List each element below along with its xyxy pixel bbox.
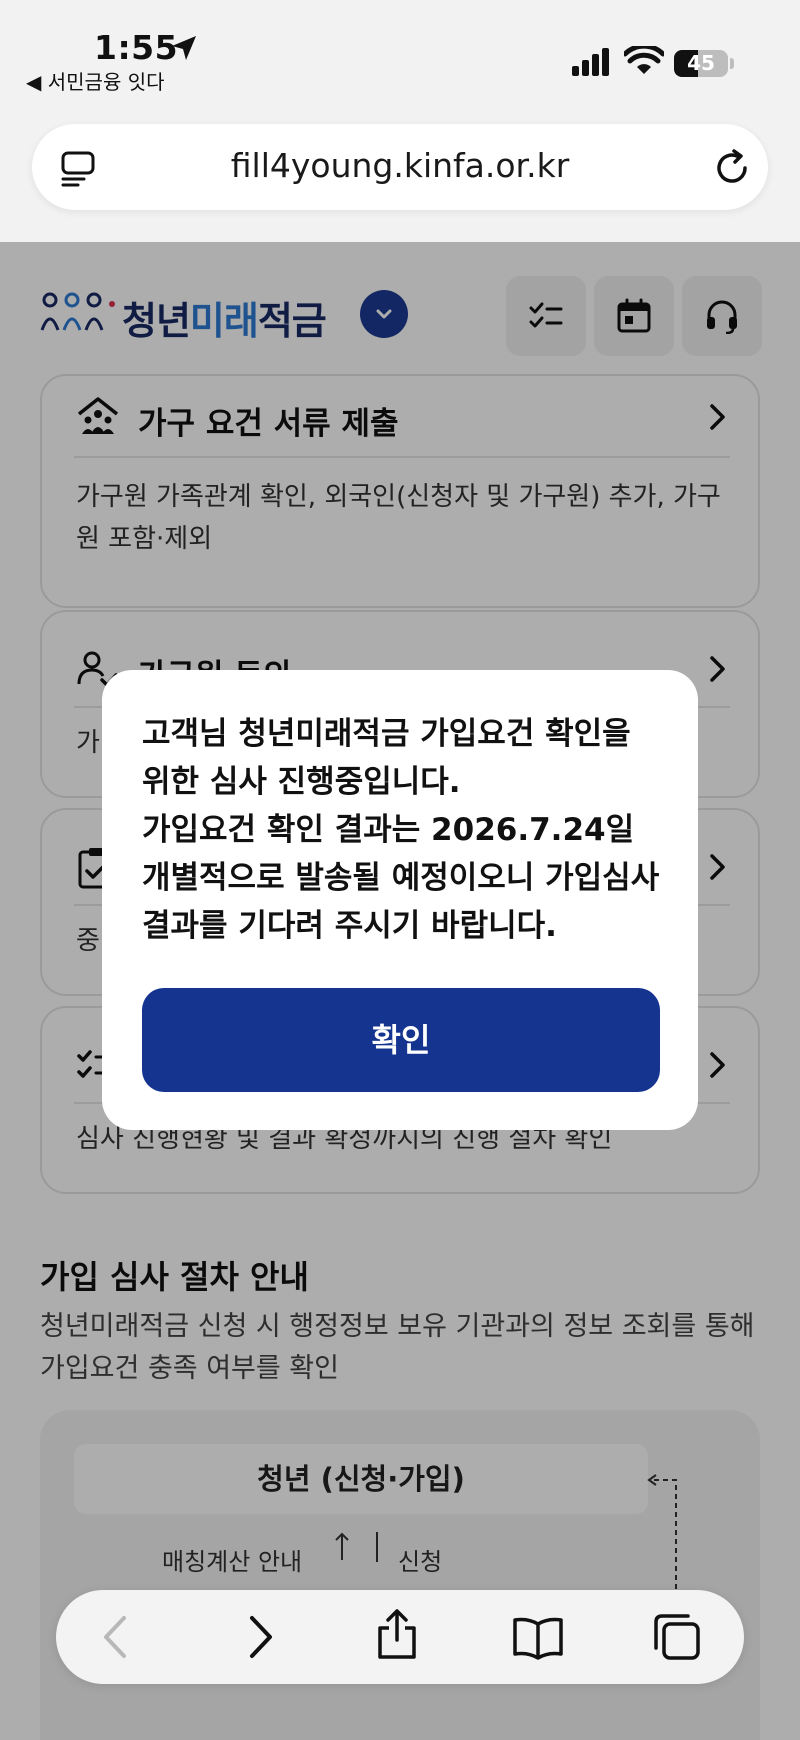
forward-icon[interactable] [246, 1614, 276, 1660]
tabs-icon[interactable] [652, 1612, 702, 1662]
battery-icon: 45 [674, 50, 728, 77]
alert-dialog: 고객님 청년미래적금 가입요건 확인을 위한 심사 진행중입니다. 가입요건 확… [102, 670, 698, 1130]
confirm-button[interactable]: 확인 [142, 988, 660, 1092]
back-to-app-link[interactable]: ◀ 서민금융 잇다 [26, 66, 165, 95]
reload-icon[interactable] [712, 148, 752, 188]
battery-cap [730, 58, 734, 69]
battery-percent: 45 [687, 51, 715, 75]
bookmarks-icon[interactable] [512, 1616, 564, 1660]
dialog-message: 고객님 청년미래적금 가입요건 확인을 위한 심사 진행중입니다. 가입요건 확… [142, 716, 660, 944]
location-arrow-icon [172, 36, 196, 60]
cellular-signal-icon [572, 48, 609, 76]
wifi-icon [624, 46, 664, 74]
status-time: 1:55 [94, 28, 179, 67]
back-icon[interactable] [100, 1614, 130, 1660]
url-text[interactable]: fill4young.kinfa.or.kr [0, 146, 800, 185]
share-icon[interactable] [374, 1608, 420, 1660]
